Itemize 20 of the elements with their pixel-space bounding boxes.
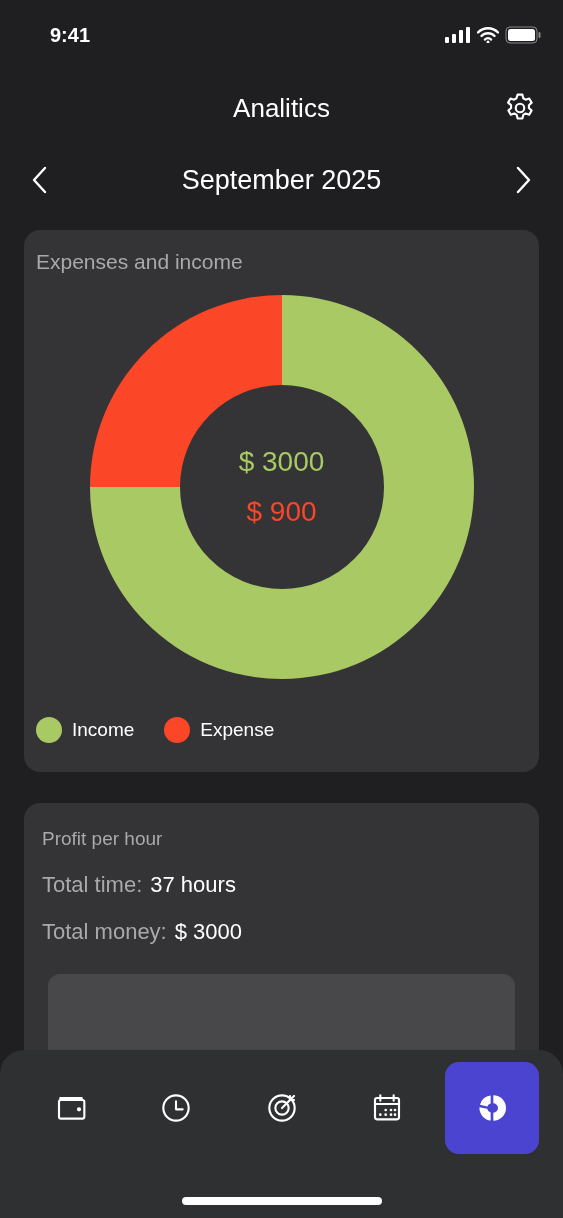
month-label: September 2025	[181, 163, 382, 197]
stat-label: Total money:	[42, 917, 167, 946]
page-title: Analitics	[233, 91, 330, 125]
wifi-icon	[477, 27, 499, 43]
legend-label: Income	[72, 717, 135, 742]
stat-value: $ 3000	[174, 917, 243, 946]
amount-label: $ 900	[246, 494, 317, 529]
signal-icon	[445, 27, 471, 43]
legend-label: Expense	[200, 717, 275, 742]
status-time: 9:41	[50, 23, 91, 48]
card-title: Profit per hour	[42, 827, 164, 851]
tab-button[interactable]	[445, 1062, 539, 1154]
amount-label: $ 3000	[238, 444, 325, 479]
clock-icon	[160, 1092, 193, 1124]
battery-icon	[505, 26, 541, 44]
stat-label: Total time:	[42, 870, 143, 899]
target-icon	[265, 1092, 298, 1124]
card-title: Expenses and income	[36, 249, 244, 275]
stat-value: 37 hours	[150, 870, 236, 899]
pie-chart-icon	[476, 1092, 508, 1124]
